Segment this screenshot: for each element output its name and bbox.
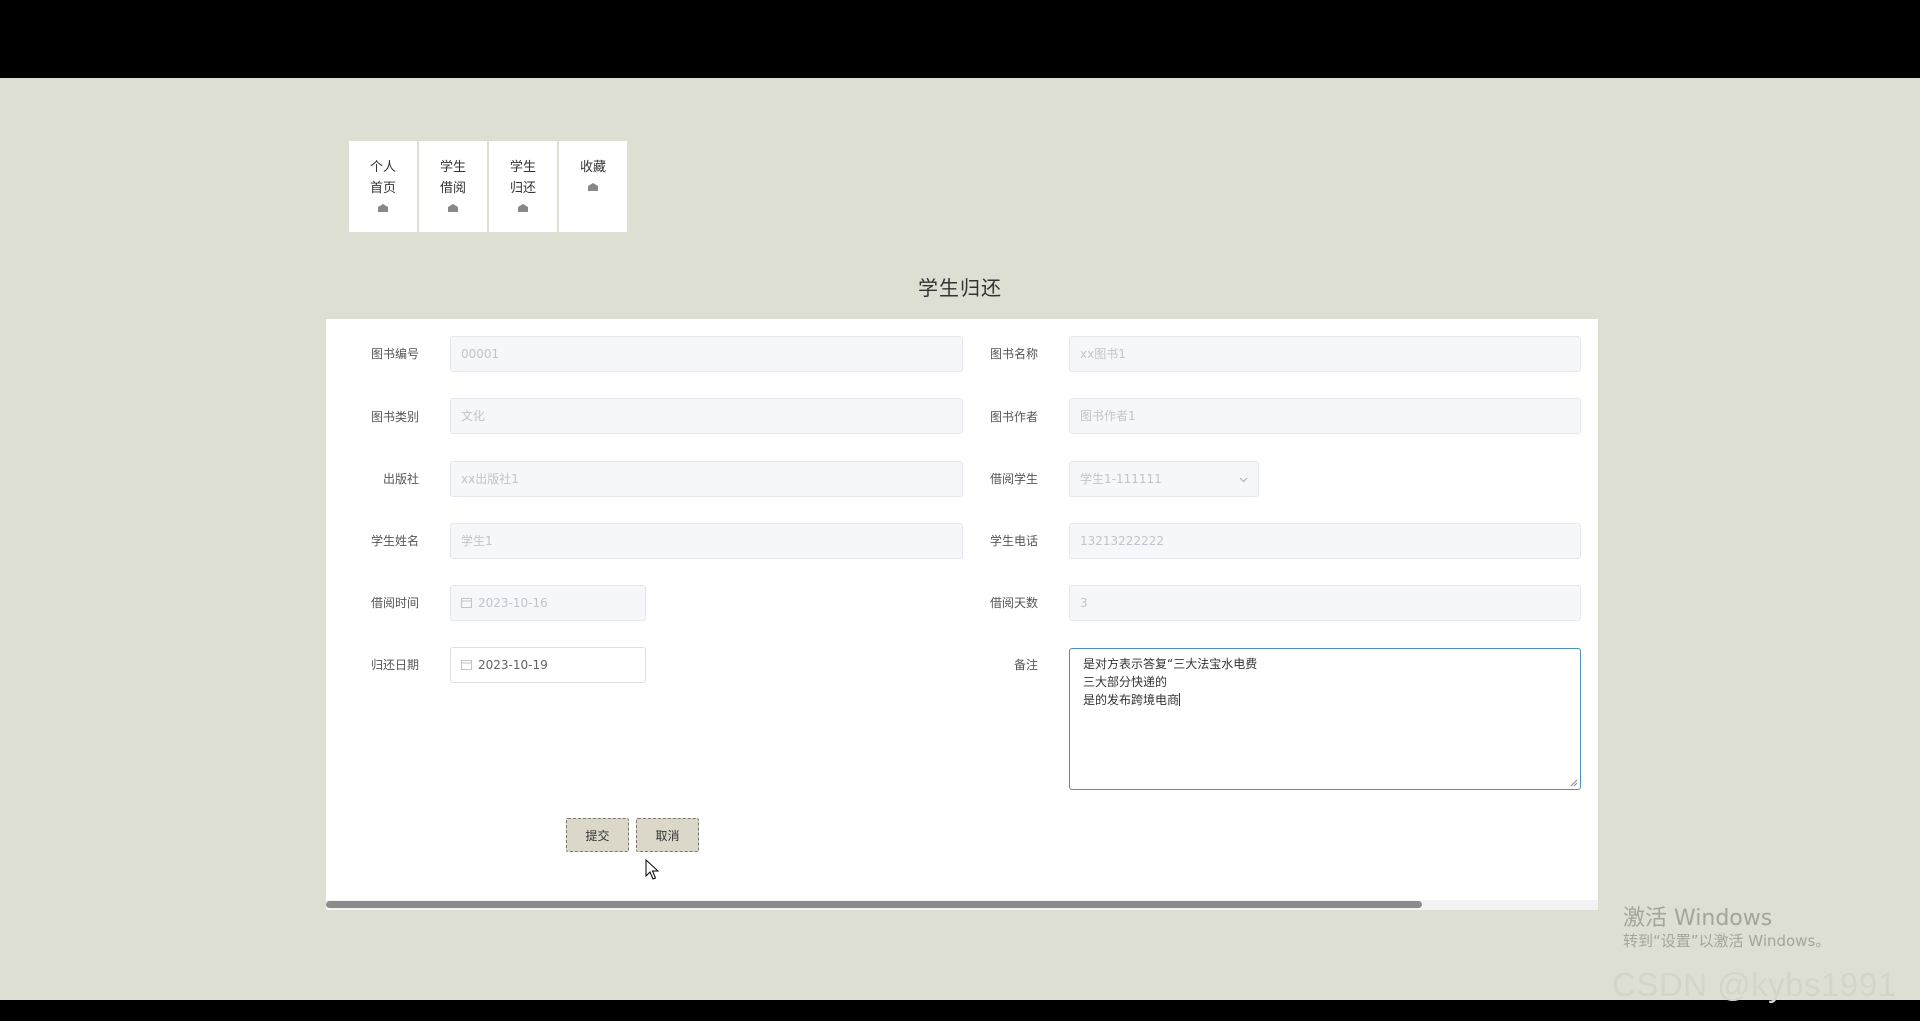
remark-line: 是对方表示答复“三大法宝水电费 <box>1083 657 1258 671</box>
remark-line: 是的发布跨境电商 <box>1083 693 1180 707</box>
calendar-icon <box>461 660 472 670</box>
book-no-label: 图书编号 <box>370 347 419 361</box>
publisher-label: 出版社 <box>382 472 419 486</box>
borrow-time-label: 借阅时间 <box>370 596 419 610</box>
student-name-label: 学生姓名 <box>370 534 419 548</box>
windows-activation-subtitle: 转到“设置”以激活 Windows。 <box>1623 932 1831 950</box>
student-phone-label: 学生电话 <box>989 534 1038 548</box>
horizontal-scrollbar[interactable] <box>326 900 1598 910</box>
home-icon <box>518 204 528 212</box>
cancel-button[interactable]: 取消 <box>636 818 699 852</box>
student-name-input[interactable]: 学生1 <box>450 523 963 559</box>
home-icon <box>448 204 458 212</box>
nav-label-line: 首页 <box>369 181 396 196</box>
borrow-student-select[interactable]: 学生1-111111 <box>1069 461 1259 497</box>
book-category-label: 图书类别 <box>370 410 419 424</box>
nav-item-return[interactable]: 学生 归还 <box>489 141 557 232</box>
book-no-input[interactable]: 00001 <box>450 336 963 372</box>
nav-label-line: 借阅 <box>439 181 466 196</box>
remark-label: 备注 <box>1013 658 1038 672</box>
windows-activation-title: 激活 Windows <box>1623 906 1773 931</box>
publisher-input[interactable]: xx出版社1 <box>450 461 963 497</box>
scrollbar-thumb[interactable] <box>326 901 1422 908</box>
borrow-days-label: 借阅天数 <box>989 596 1038 610</box>
book-name-label: 图书名称 <box>989 347 1038 361</box>
resize-handle-icon[interactable] <box>1570 779 1578 787</box>
nav-item-home[interactable]: 个人 首页 <box>349 141 417 232</box>
home-icon <box>378 204 388 212</box>
borrow-time-value: 2023-10-16 <box>478 596 548 610</box>
borrow-days-input[interactable]: 3 <box>1069 585 1581 621</box>
nav-item-borrow[interactable]: 学生 借阅 <box>419 141 487 232</box>
remark-line: 三大部分快递的 <box>1083 675 1168 689</box>
remark-textarea[interactable]: 是对方表示答复“三大法宝水电费 三大部分快递的 是的发布跨境电商 <box>1069 648 1581 790</box>
return-date-label: 归还日期 <box>370 658 419 672</box>
borrow-student-value: 学生1-111111 <box>1080 472 1162 486</box>
submit-button[interactable]: 提交 <box>566 818 629 852</box>
borrow-time-datepicker[interactable]: 2023-10-16 <box>450 585 646 621</box>
nav-label-line: 学生 <box>509 160 536 175</box>
home-icon <box>588 183 598 191</box>
page-title: 学生归还 <box>918 276 1002 300</box>
nav-label-line: 归还 <box>509 181 536 196</box>
form-panel: 图书编号 00001 图书名称 xx图书1 图书类别 文化 图书作者 图书作者1… <box>326 319 1598 906</box>
calendar-icon <box>461 598 472 608</box>
top-nav: 个人 首页 学生 借阅 学生 归还 收藏 <box>349 141 629 232</box>
book-name-input[interactable]: xx图书1 <box>1069 336 1581 372</box>
mouse-cursor-icon <box>645 859 659 880</box>
text-caret <box>1179 693 1181 706</box>
nav-item-favorites[interactable]: 收藏 <box>559 141 627 232</box>
csdn-credit: CSDN @kybs1991 <box>1612 966 1897 1003</box>
book-author-input[interactable]: 图书作者1 <box>1069 398 1581 434</box>
chevron-down-icon <box>1239 477 1248 483</box>
nav-label-line: 学生 <box>439 160 466 175</box>
student-phone-input[interactable]: 13213222222 <box>1069 523 1581 559</box>
nav-label-line: 个人 <box>369 160 396 175</box>
top-black-bar <box>0 0 1920 78</box>
borrow-student-label: 借阅学生 <box>989 472 1038 486</box>
nav-label-line: 收藏 <box>579 160 606 175</box>
book-author-label: 图书作者 <box>989 410 1038 424</box>
return-date-datepicker[interactable]: 2023-10-19 <box>450 647 646 683</box>
book-category-input[interactable]: 文化 <box>450 398 963 434</box>
return-date-value: 2023-10-19 <box>478 658 548 672</box>
